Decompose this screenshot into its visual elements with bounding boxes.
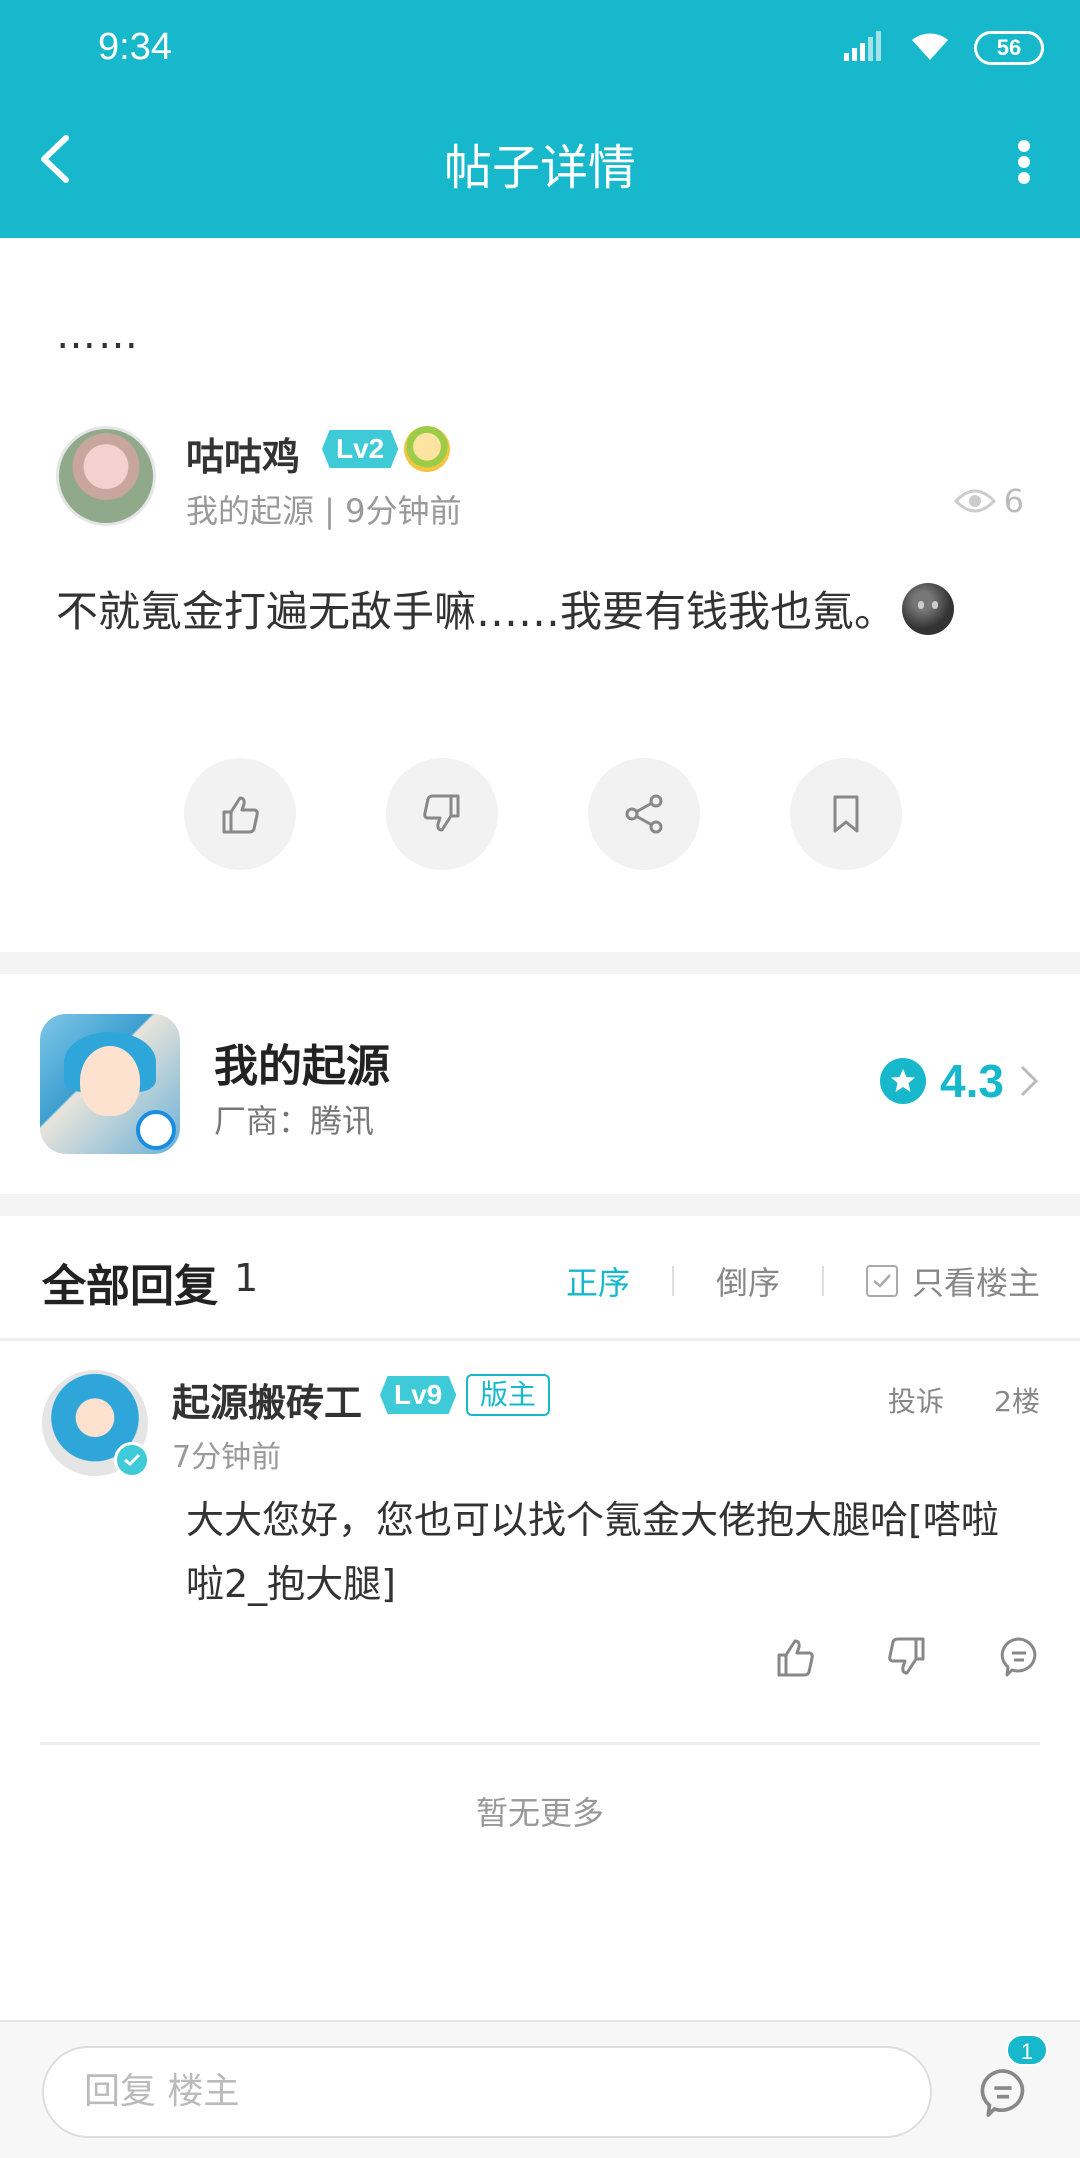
view-count-value: 6 (1003, 482, 1024, 520)
share-button[interactable] (588, 758, 700, 870)
tencent-logo-icon (136, 1110, 176, 1150)
sort-bar: 正序 倒序 只看楼主 (566, 1258, 1040, 1304)
comment-icon (980, 2069, 1025, 2117)
reply-dislike-button[interactable] (880, 1630, 934, 1684)
like-button[interactable] (184, 758, 296, 870)
report-link[interactable]: 投诉 (888, 1380, 944, 1420)
comments-button[interactable] (968, 2058, 1038, 2128)
post-meta: 我的起源 | 9分钟前 (186, 492, 462, 530)
bookmark-icon (833, 795, 859, 833)
owner-only-checkbox[interactable] (865, 1265, 898, 1297)
game-icon[interactable] (40, 1014, 180, 1154)
author-name[interactable]: 咕咕鸡 (186, 426, 300, 481)
post-actions (184, 758, 902, 870)
chevron-right-icon (1020, 1065, 1039, 1097)
divider (40, 1742, 1040, 1745)
replies-count: 1 (234, 1256, 259, 1300)
thumbs-down-icon (423, 794, 460, 832)
reply-level-badge: Lv9 (380, 1376, 457, 1414)
star-icon (880, 1058, 927, 1104)
smirk-emoji-icon (902, 582, 955, 635)
share-icon (625, 794, 663, 834)
game-rating-link[interactable]: 4.3 (880, 1054, 1040, 1108)
sort-desc-option[interactable]: 倒序 (716, 1258, 780, 1304)
author-level-badge: Lv2 (322, 430, 399, 468)
dislike-button[interactable] (386, 758, 498, 870)
signal-icon (844, 31, 886, 65)
no-more-label: 暂无更多 (475, 1794, 604, 1832)
reply-like-button[interactable] (768, 1630, 822, 1684)
view-count: 6 (953, 482, 1024, 520)
divider (671, 1266, 674, 1296)
status-icons: 56 (844, 30, 1044, 66)
check-icon (873, 1274, 891, 1288)
divider (0, 1338, 1080, 1341)
more-dots-icon (1018, 140, 1030, 152)
rating-value: 4.3 (940, 1055, 1004, 1107)
divider (821, 1266, 824, 1296)
post-body: 不就氪金打遍无敌手嘛……我要有钱我也氪。 (56, 578, 955, 639)
replies-title: 全部回复 (42, 1261, 218, 1312)
status-time: 9:34 (98, 26, 172, 68)
reply-input[interactable]: 回复 楼主 (42, 2046, 932, 2138)
page-title: 帖子详情 (443, 140, 636, 196)
eye-icon (953, 489, 996, 513)
reply-author-name[interactable]: 起源搬砖工 (172, 1372, 362, 1427)
post-title: …… (56, 312, 140, 358)
notification-badge: 1 (1006, 2034, 1048, 2066)
author-avatar[interactable] (56, 426, 156, 526)
reply-time: 7分钟前 (172, 1440, 282, 1475)
thumbs-up-icon (222, 796, 259, 834)
floor-label: 2楼 (994, 1385, 1040, 1418)
game-name[interactable]: 我的起源 (214, 1030, 390, 1094)
reply-actions (768, 1630, 1046, 1684)
reply-body: 大大您好，您也可以找个氪金大佬抱大腿哈[嗒啦啦2_抱大腿] (186, 1498, 999, 1606)
thumbs-up-icon (777, 1639, 814, 1677)
section-separator (0, 952, 1080, 974)
post-body-text: 不就氪金打遍无敌手嘛……我要有钱我也氪。 (56, 587, 897, 636)
battery-icon: 56 (974, 31, 1044, 65)
sort-asc-option[interactable]: 正序 (566, 1258, 630, 1304)
medal-icon (404, 426, 450, 472)
top-app-bar: 9:34 56 帖子详情 (0, 0, 1080, 238)
bottom-reply-bar: 回复 楼主 1 (0, 2020, 1080, 2158)
owner-only-label[interactable]: 只看楼主 (912, 1258, 1040, 1304)
bookmark-button[interactable] (790, 758, 902, 870)
more-menu-button[interactable] (1004, 132, 1044, 192)
moderator-badge: 版主 (466, 1374, 551, 1416)
thumbs-down-icon (888, 1637, 925, 1675)
section-separator (0, 1194, 1080, 1216)
reply-comment-button[interactable] (992, 1630, 1046, 1684)
game-vendor: 厂商：腾讯 (214, 1102, 375, 1140)
wifi-icon (908, 30, 952, 66)
verified-icon (114, 1442, 150, 1478)
comment-icon (1000, 1637, 1037, 1677)
